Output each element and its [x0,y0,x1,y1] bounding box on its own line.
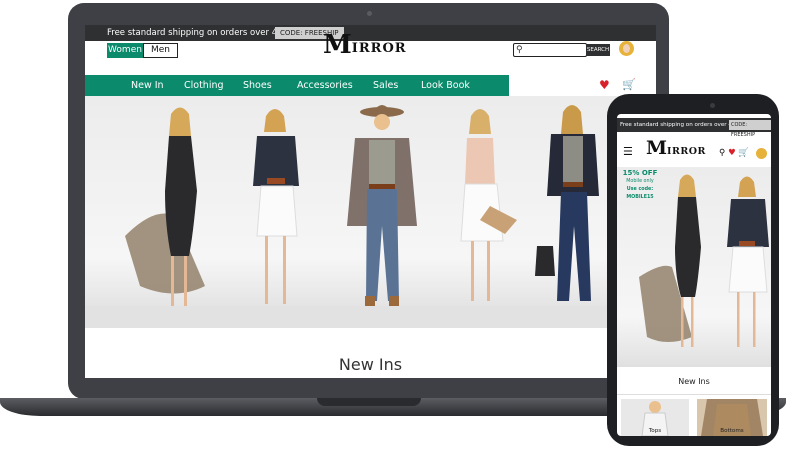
search-icon: ⚲ [516,45,523,55]
cart-icon[interactable]: 🛒 [738,148,749,158]
hamburger-menu-icon[interactable]: ☰ [623,146,633,158]
nav-shoes[interactable]: Shoes [243,75,272,96]
offer-note: Mobile only [626,179,654,184]
category-tile-bottoms[interactable]: Bottoms [697,399,767,436]
laptop-notch [317,398,421,406]
laptop-bezel-bottom [85,378,656,382]
search-button[interactable]: SEARCH [586,44,610,56]
desktop-site: Free standard shipping on orders over 49… [85,25,656,382]
men-toggle[interactable]: Men [143,43,178,58]
hero-models-image [125,105,599,306]
logo-text: IRROR [351,41,407,56]
mobile-avatar[interactable] [756,148,767,159]
site-logo[interactable]: M IRROR [323,30,407,58]
tile-label-bottoms: Bottoms [720,428,744,434]
model-figure [460,109,517,301]
avatar[interactable] [619,41,634,56]
heart-icon[interactable]: ♥ [599,78,610,92]
mobile-header-icons: ⚲ ♥ 🛒 [719,148,749,158]
category-tile-tops[interactable]: Tops [621,399,689,436]
model-figure [253,109,299,304]
mobile-logo-text: IRROR [667,146,706,157]
mobile-section-title: New Ins [678,377,710,386]
section-title: New Ins [338,355,403,374]
tile-label-tops: Tops [648,428,662,434]
mobile-promo-code: CODE: FREESHIP [729,120,771,138]
cart-icon[interactable]: 🛒 [622,78,636,92]
model-figure [535,105,599,301]
hero-banner[interactable] [85,96,656,328]
phone-camera [710,103,715,108]
mobile-promo-bar: Free standard shipping on orders over 49… [617,118,771,138]
mobile-offer: 15% OFF Mobile only Use code: MOBILE15 [619,169,661,202]
mobile-logo-initial: M [646,137,668,159]
mobile-promo-text: Free standard shipping on orders over 49… [620,122,740,128]
phone-notch [660,99,730,113]
nav-clothing[interactable]: Clothing [184,75,224,96]
mobile-hero-banner[interactable]: 15% OFF Mobile only Use code: MOBILE15 [617,167,771,367]
model-figure [347,105,417,306]
model-figure [125,107,205,306]
mobile-logo[interactable]: M IRROR [646,139,706,158]
women-toggle[interactable]: Women [107,43,143,58]
offer-percent: 15% OFF [622,169,658,177]
laptop-camera [367,11,372,16]
search-input[interactable]: ⚲ [513,43,587,57]
search-icon[interactable]: ⚲ [719,148,725,158]
mobile-site: Free standard shipping on orders over 49… [617,114,771,436]
promo-text: Free standard shipping on orders over 49… [107,28,288,38]
divider [617,394,771,395]
logo-initial: M [323,30,352,60]
nav-sales[interactable]: Sales [373,75,398,96]
nav-look-book[interactable]: Look Book [421,75,470,96]
main-nav: New In Clothing Shoes Accessories Sales … [85,75,509,96]
heart-icon[interactable]: ♥ [728,148,736,158]
nav-accessories[interactable]: Accessories [297,75,353,96]
nav-new-in[interactable]: New In [131,75,164,96]
offer-code: Use code: MOBILE15 [626,187,654,200]
